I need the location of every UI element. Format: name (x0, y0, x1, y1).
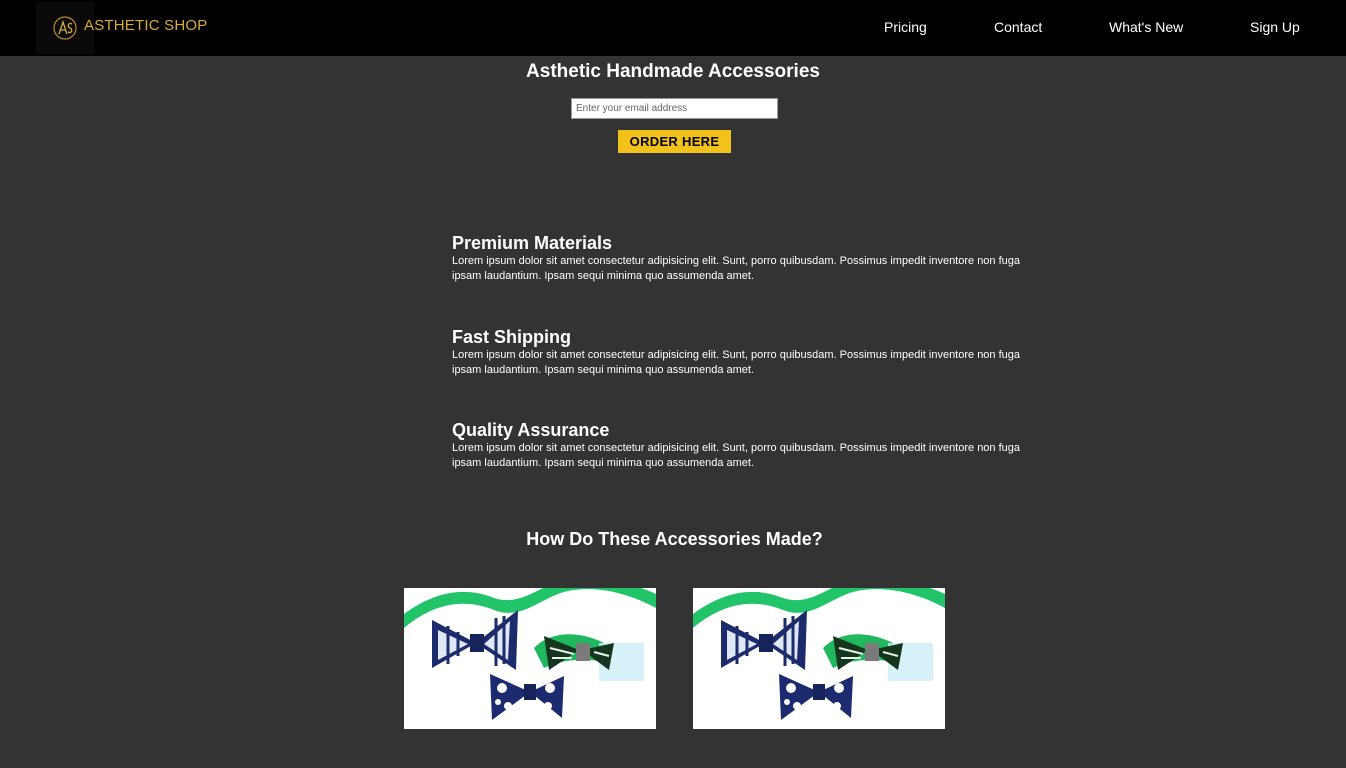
nav-contact-link[interactable]: Contact (994, 19, 1042, 35)
bow-ties-photo (404, 588, 656, 729)
feature-fast-shipping: Fast Shipping Lorem ipsum dolor sit amet… (452, 327, 1042, 378)
bow-ties-photo (693, 588, 945, 729)
nav-pricing-link[interactable]: Pricing (884, 19, 927, 35)
brand-name: ASTHETIC SHOP (84, 17, 208, 34)
brand-logo[interactable]: ASTHETIC SHOP (36, 2, 207, 54)
feature-text: Lorem ipsum dolor sit amet consectetur a… (452, 349, 1021, 376)
nav-whats-new-link[interactable]: What's New (1109, 19, 1183, 35)
navbar: ASTHETIC SHOP Pricing Contact What's New… (0, 0, 1346, 56)
feature-text: Lorem ipsum dolor sit amet consectetur a… (452, 442, 1021, 469)
how-made-title: How Do These Accessories Made? (526, 529, 823, 549)
hero-title: Asthetic Handmade Accessories (526, 61, 820, 82)
feature-title: Quality Assurance (452, 420, 610, 440)
feature-premium-materials: Premium Materials Lorem ipsum dolor sit … (452, 233, 1042, 284)
feature-title: Fast Shipping (452, 327, 571, 347)
email-input[interactable] (571, 98, 778, 119)
feature-quality-assurance: Quality Assurance Lorem ipsum dolor sit … (452, 420, 1042, 471)
nav-sign-up-link[interactable]: Sign Up (1250, 19, 1300, 35)
order-here-button[interactable]: ORDER HERE (618, 130, 731, 153)
feature-text: Lorem ipsum dolor sit amet consectetur a… (452, 255, 1021, 282)
feature-title: Premium Materials (452, 233, 613, 253)
